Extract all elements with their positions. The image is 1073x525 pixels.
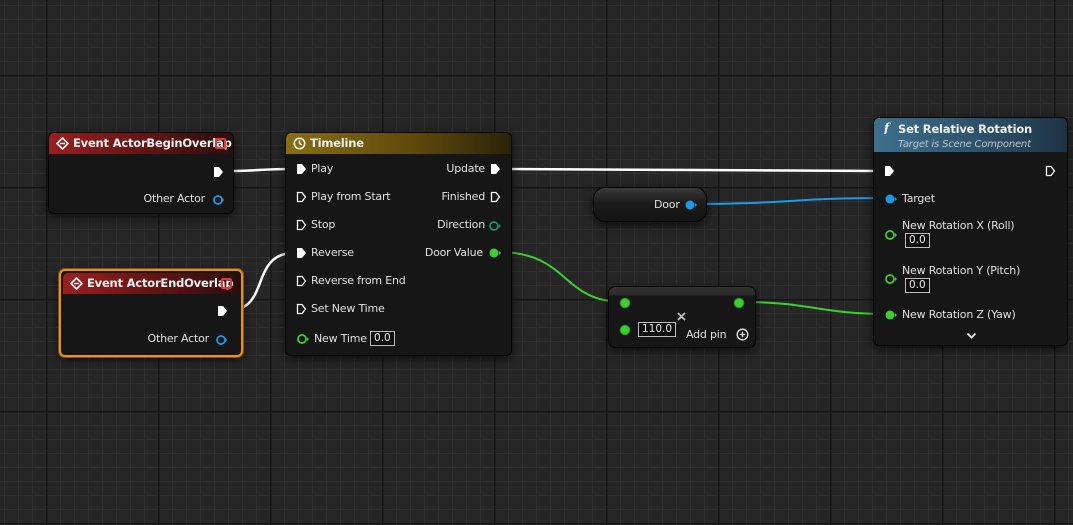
play-from-start-input-pin[interactable] xyxy=(296,191,307,203)
add-output-pin[interactable] xyxy=(733,297,745,309)
stop-square-icon xyxy=(221,278,232,289)
exec-wire-begin-to-play xyxy=(225,167,293,173)
reverse-label: Reverse xyxy=(311,246,354,259)
stop-input-pin[interactable] xyxy=(296,219,307,231)
new-time-input-pin[interactable] xyxy=(296,333,310,345)
add-pin-label[interactable]: Add pin xyxy=(686,328,727,341)
function-f-icon: f xyxy=(881,121,894,134)
add-input-b-pin[interactable] xyxy=(619,324,631,336)
exec-output-pin[interactable] xyxy=(213,166,224,178)
node-title: Event ActorBeginOverlap xyxy=(73,136,232,150)
exec-output-pin[interactable] xyxy=(1045,165,1056,177)
roll-input-pin[interactable] xyxy=(884,229,898,241)
float-wire-add-to-yaw xyxy=(741,301,889,315)
set-new-time-input-pin[interactable] xyxy=(296,303,307,315)
node-header[interactable]: Event ActorEndOverlap xyxy=(63,273,239,294)
node-title: Event ActorEndOverlap xyxy=(87,276,234,290)
plus-circle-icon[interactable] xyxy=(736,328,749,341)
pitch-label: New Rotation Y (Pitch) xyxy=(902,264,1021,277)
other-actor-output-pin[interactable] xyxy=(215,334,227,346)
event-actor-begin-overlap-node[interactable]: Event ActorBeginOverlap Other Actor xyxy=(48,132,234,214)
other-actor-label: Other Actor xyxy=(147,332,210,345)
node-title: Timeline xyxy=(310,136,364,150)
reverse-input-pin[interactable] xyxy=(296,247,307,259)
play-label: Play xyxy=(311,162,334,175)
door-variable-node[interactable]: Door xyxy=(593,187,707,222)
stop-label: Stop xyxy=(311,218,336,231)
roll-label: New Rotation X (Roll) xyxy=(902,219,1015,232)
door-value-label: Door Value xyxy=(424,246,483,259)
pitch-value-field[interactable]: 0.0 xyxy=(905,278,930,293)
remove-pin-icon[interactable] xyxy=(676,311,687,322)
set-new-time-label: Set New Time xyxy=(311,302,385,315)
node-subtitle: Target is Scene Component xyxy=(898,139,1031,150)
yaw-input-pin[interactable] xyxy=(884,309,898,321)
float-wire-doorvalue-to-add xyxy=(497,251,625,303)
door-value-output-pin[interactable] xyxy=(488,247,502,259)
door-output-pin[interactable] xyxy=(684,199,698,211)
node-header[interactable]: f Set Relative Rotation Target is Scene … xyxy=(874,118,1067,152)
direction-label: Direction xyxy=(437,218,485,231)
add-input-b-value-field[interactable]: 110.0 xyxy=(638,322,677,337)
event-diamond-icon xyxy=(70,277,83,290)
exec-output-pin[interactable] xyxy=(217,305,228,317)
other-actor-label: Other Actor xyxy=(143,192,206,205)
direction-output-pin[interactable] xyxy=(488,220,502,232)
node-title: Set Relative Rotation xyxy=(898,122,1033,136)
add-float-node[interactable]: 110.0 Add pin xyxy=(608,286,756,348)
door-variable-label: Door xyxy=(654,198,680,211)
reverse-from-end-input-pin[interactable] xyxy=(296,275,307,287)
reverse-from-end-label: Reverse from End xyxy=(311,274,406,287)
finished-output-pin[interactable] xyxy=(490,191,501,203)
play-input-pin[interactable] xyxy=(296,163,307,175)
event-diamond-icon xyxy=(56,137,69,150)
exec-wire-update-to-set-rotation xyxy=(501,167,885,173)
clock-icon xyxy=(293,137,306,150)
pitch-input-pin[interactable] xyxy=(884,273,898,285)
yaw-label: New Rotation Z (Yaw) xyxy=(902,308,1016,321)
node-header[interactable]: Event ActorBeginOverlap xyxy=(49,133,233,154)
exec-input-pin[interactable] xyxy=(884,165,895,177)
object-wire-door-to-target xyxy=(689,197,889,205)
svg-text:f: f xyxy=(883,121,891,134)
node-header[interactable]: Timeline xyxy=(286,133,511,154)
new-time-label: New Time xyxy=(314,332,367,345)
event-actor-end-overlap-node[interactable]: Event ActorEndOverlap Other Actor xyxy=(59,269,243,357)
target-label: Target xyxy=(902,192,935,205)
timeline-node[interactable]: Timeline Play Play from Start Stop Rever… xyxy=(285,132,512,356)
chevron-down-icon[interactable] xyxy=(966,332,977,340)
add-input-a-pin[interactable] xyxy=(619,297,631,309)
new-time-value-field[interactable]: 0.0 xyxy=(370,331,395,346)
target-input-pin[interactable] xyxy=(884,193,898,205)
set-relative-rotation-node[interactable]: f Set Relative Rotation Target is Scene … xyxy=(873,117,1068,346)
other-actor-output-pin[interactable] xyxy=(212,194,224,206)
finished-label: Finished xyxy=(441,190,486,203)
update-label: Update xyxy=(446,162,485,175)
update-output-pin[interactable] xyxy=(490,163,501,175)
stop-square-icon xyxy=(215,138,226,149)
play-from-start-label: Play from Start xyxy=(311,190,391,203)
roll-value-field[interactable]: 0.0 xyxy=(905,233,930,248)
